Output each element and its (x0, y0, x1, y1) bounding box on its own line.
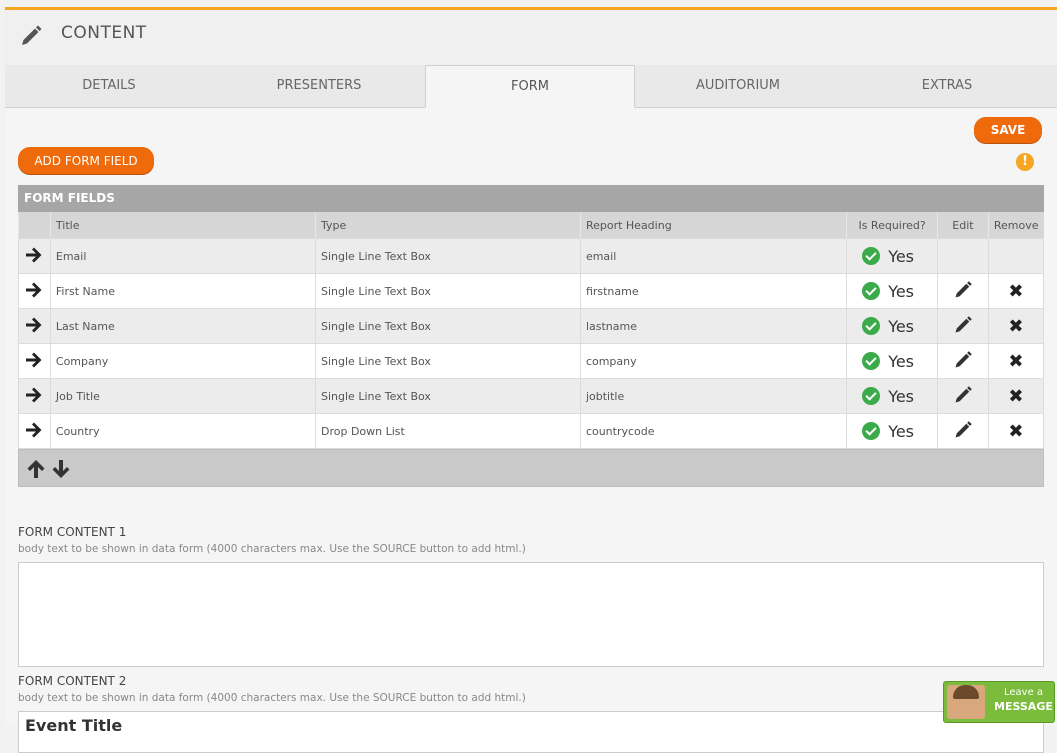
page-header: CONTENT (5, 10, 1057, 66)
save-button[interactable]: SAVE (974, 117, 1042, 143)
field-required: Yes (846, 308, 939, 344)
pencil-edit-icon[interactable] (953, 315, 973, 335)
field-type: Single Line Text Box (315, 238, 581, 274)
tab-details[interactable]: DETAILS (5, 65, 213, 107)
field-report-heading: jobtitle (579, 378, 848, 414)
arrow-down-icon[interactable] (50, 459, 72, 479)
remove-cell-empty (987, 238, 1045, 274)
field-title: First Name (49, 273, 317, 309)
page-title: CONTENT (61, 23, 147, 43)
field-type: Single Line Text Box (315, 378, 581, 414)
check-circle-icon (862, 282, 881, 300)
support-agent-avatar (947, 685, 985, 719)
field-title: Company (49, 343, 317, 379)
remove-x-icon[interactable]: ✖ (1008, 421, 1023, 442)
form-content-2-help: body text to be shown in data form (4000… (18, 692, 526, 704)
field-title: Last Name (49, 308, 317, 344)
field-type: Single Line Text Box (315, 273, 581, 309)
check-circle-icon (862, 247, 881, 265)
form-content-1-title: FORM CONTENT 1 (18, 525, 127, 539)
field-title: Job Title (49, 378, 317, 414)
arrow-right-icon[interactable] (24, 421, 44, 439)
warning-icon: ! (1016, 153, 1034, 171)
chat-widget-line1: Leave a (1004, 687, 1044, 698)
remove-x-icon[interactable]: ✖ (1008, 351, 1023, 372)
form-tab-content: SAVE ADD FORM FIELD ! FORM FIELDS Title … (5, 108, 1057, 753)
pencil-edit-icon[interactable] (953, 280, 973, 300)
check-circle-icon (862, 422, 881, 440)
tab-extras[interactable]: EXTRAS (843, 65, 1051, 107)
field-required: Yes (846, 238, 939, 274)
field-type: Single Line Text Box (315, 308, 581, 344)
tab-form[interactable]: FORM (425, 65, 635, 108)
tab-presenters[interactable]: PRESENTERS (215, 65, 423, 107)
arrow-right-icon[interactable] (24, 386, 44, 404)
arrow-right-icon[interactable] (24, 316, 44, 334)
tab-bar: DETAILS PRESENTERS FORM AUDITORIUM EXTRA… (5, 65, 1057, 108)
check-circle-icon (862, 317, 881, 335)
field-report-heading: firstname (579, 273, 848, 309)
pencil-edit-icon[interactable] (953, 385, 973, 405)
remove-x-icon[interactable]: ✖ (1008, 316, 1023, 337)
table-row: Company Single Line Text Box company Yes… (18, 343, 1045, 379)
field-type: Drop Down List (315, 413, 581, 449)
table-row: Email Single Line Text Box email Yes (18, 238, 1045, 274)
arrow-up-icon[interactable] (25, 459, 47, 479)
leave-message-widget[interactable]: Leave a MESSAGE (943, 681, 1055, 723)
table-row: Last Name Single Line Text Box lastname … (18, 308, 1045, 344)
field-report-heading: email (579, 238, 848, 274)
field-required: Yes (846, 413, 939, 449)
add-form-field-button[interactable]: ADD FORM FIELD (18, 147, 154, 174)
table-row: Job Title Single Line Text Box jobtitle … (18, 378, 1045, 414)
field-required: Yes (846, 343, 939, 379)
chat-widget-line2: MESSAGE (994, 700, 1053, 713)
field-title: Email (49, 238, 317, 274)
form-fields-table: Title Type Report Heading Is Required? E… (18, 212, 1045, 449)
column-header-is-required: Is Required? (846, 212, 938, 239)
field-report-heading: lastname (579, 308, 848, 344)
arrow-right-icon[interactable] (24, 246, 44, 264)
form-content-1-editor[interactable] (18, 562, 1044, 667)
form-content-2-editor[interactable]: Event Title (18, 711, 1044, 753)
field-required: Yes (846, 273, 939, 309)
pencil-icon (22, 25, 42, 45)
remove-x-icon[interactable]: ✖ (1008, 386, 1023, 407)
column-header-type: Type (315, 212, 581, 239)
table-row: First Name Single Line Text Box firstnam… (18, 273, 1045, 309)
check-circle-icon (862, 387, 881, 405)
column-header-arrow (18, 212, 51, 239)
column-header-edit: Edit (937, 212, 989, 239)
arrow-right-icon[interactable] (24, 281, 44, 299)
pencil-edit-icon[interactable] (953, 420, 973, 440)
pencil-edit-icon[interactable] (953, 350, 973, 370)
column-header-remove: Remove (987, 212, 1044, 239)
remove-x-icon[interactable]: ✖ (1008, 281, 1023, 302)
column-header-title: Title (49, 212, 316, 239)
field-report-heading: company (579, 343, 848, 379)
tab-auditorium[interactable]: AUDITORIUM (634, 65, 842, 107)
table-row: Country Drop Down List countrycode Yes ✖ (18, 413, 1045, 449)
field-title: Country (49, 413, 317, 449)
form-fields-header: FORM FIELDS (18, 185, 1044, 212)
form-content-2-text: Event Title (25, 716, 123, 735)
form-content-2-title: FORM CONTENT 2 (18, 674, 127, 688)
edit-cell-empty (937, 238, 989, 274)
field-report-heading: countrycode (579, 413, 848, 449)
field-type: Single Line Text Box (315, 343, 581, 379)
column-header-report-heading: Report Heading (579, 212, 847, 239)
check-circle-icon (862, 352, 881, 370)
form-content-1-help: body text to be shown in data form (4000… (18, 543, 526, 555)
field-required: Yes (846, 378, 939, 414)
table-footer-bar (18, 449, 1044, 487)
arrow-right-icon[interactable] (24, 351, 44, 369)
